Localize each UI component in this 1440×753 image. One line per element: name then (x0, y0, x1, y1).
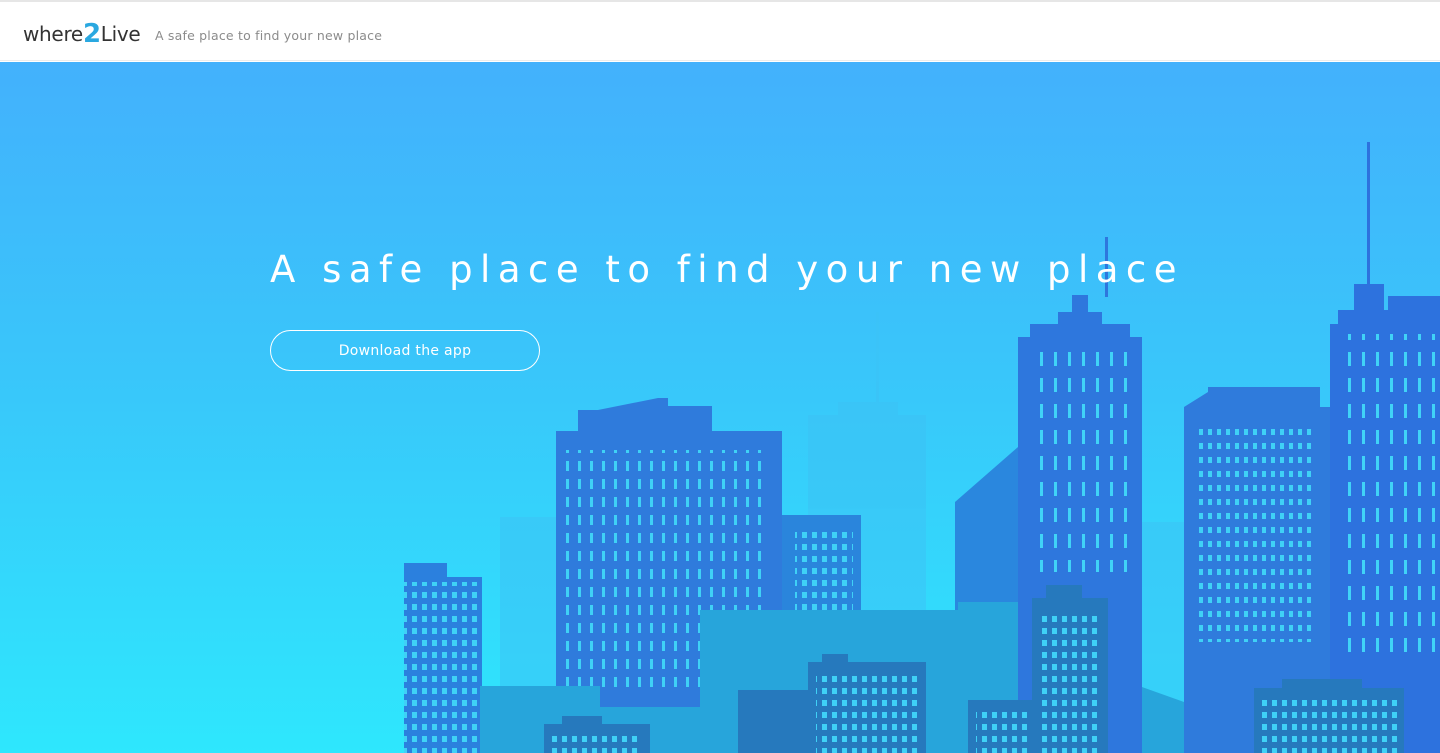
logo-text-where: where (23, 22, 83, 46)
back-buildings (955, 142, 1440, 753)
logo[interactable]: where2Live (23, 18, 141, 49)
site-header: where2Live A safe place to find your new… (0, 2, 1440, 61)
download-app-button[interactable]: Download the app (270, 330, 540, 371)
hero-section: A safe place to find your new place Down… (0, 62, 1440, 753)
header-tagline: A safe place to find your new place (155, 28, 383, 43)
logo-text-live: Live (100, 22, 141, 46)
city-skyline-illustration (404, 142, 1440, 753)
hero-headline: A safe place to find your new place (270, 248, 1185, 291)
logo-text-2: 2 (82, 19, 101, 49)
